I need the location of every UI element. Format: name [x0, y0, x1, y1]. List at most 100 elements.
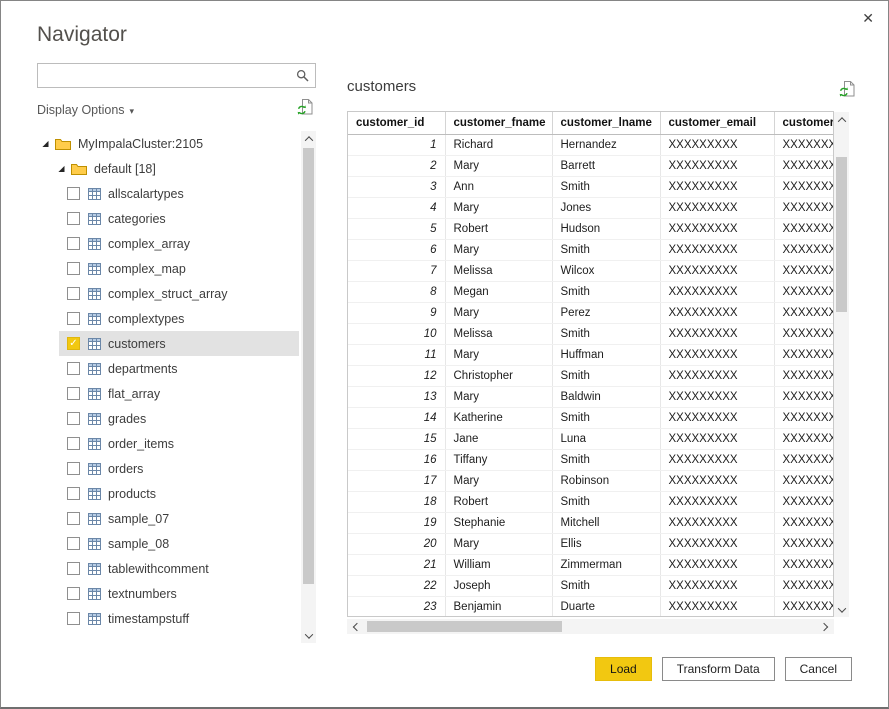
cell-customer-id: 17 — [348, 470, 446, 492]
checkbox-unchecked[interactable] — [67, 212, 80, 225]
checkbox-unchecked[interactable] — [67, 312, 80, 325]
table-row: 11MaryHuffmanXXXXXXXXXXXXXXXXXX — [348, 344, 833, 366]
scroll-down-button[interactable] — [834, 602, 849, 617]
tree-item-label: timestampstuff — [108, 611, 190, 626]
tree-item-departments[interactable]: departments — [59, 356, 299, 381]
cell: XXXXXXXXX — [774, 554, 833, 576]
tree-node-server[interactable]: ◢ MyImpalaCluster:2105 — [37, 131, 299, 156]
checkbox-unchecked[interactable] — [67, 262, 80, 275]
column-header-customer_id[interactable]: customer_id — [348, 112, 446, 135]
dialog-footer: Load Transform Data Cancel — [595, 657, 852, 681]
cell: XXXXXXXXX — [774, 449, 833, 471]
table-icon — [88, 412, 101, 425]
cell: Jones — [552, 197, 661, 219]
column-header-customer_email[interactable]: customer_email — [660, 112, 775, 135]
tree-item-tablewithcomment[interactable]: tablewithcomment — [59, 556, 299, 581]
refresh-preview-icon[interactable] — [839, 81, 855, 102]
tree-item-order_items[interactable]: order_items — [59, 431, 299, 456]
checkbox-unchecked[interactable] — [67, 612, 80, 625]
tree-item-label: sample_07 — [108, 511, 170, 526]
checkbox-unchecked[interactable] — [67, 437, 80, 450]
transform-data-button[interactable]: Transform Data — [661, 657, 775, 681]
table-row: 22JosephSmithXXXXXXXXXXXXXXXXXX — [348, 575, 833, 597]
table-row: 2MaryBarrettXXXXXXXXXXXXXXXXXX — [348, 155, 833, 177]
display-options-dropdown[interactable]: Display Options ▾ — [37, 103, 134, 117]
preview-vertical-scrollbar[interactable] — [834, 112, 849, 617]
checkbox-unchecked[interactable] — [67, 287, 80, 300]
table-icon — [88, 537, 101, 550]
preview-horizontal-scrollbar[interactable] — [347, 619, 834, 634]
cancel-button[interactable]: Cancel — [784, 657, 852, 681]
column-header-customer_passw[interactable]: customer_passw — [774, 112, 833, 135]
scrollbar-thumb[interactable] — [367, 621, 562, 632]
tree-item-complex_map[interactable]: complex_map — [59, 256, 299, 281]
column-header-customer_lname[interactable]: customer_lname — [552, 112, 661, 135]
checkbox-unchecked[interactable] — [67, 187, 80, 200]
scroll-up-button[interactable] — [301, 131, 316, 146]
close-icon[interactable]: ✕ — [862, 10, 874, 27]
checkbox-unchecked[interactable] — [67, 562, 80, 575]
cell: Luna — [552, 428, 661, 450]
tree-item-complextypes[interactable]: complextypes — [59, 306, 299, 331]
cell: Smith — [552, 407, 661, 429]
cell: XXXXXXXXX — [774, 491, 833, 513]
tree-scrollbar[interactable] — [301, 131, 316, 643]
search-icon[interactable] — [289, 64, 315, 87]
table-row: 19StephanieMitchellXXXXXXXXXXXXXXXXXX — [348, 512, 833, 534]
checkbox-unchecked[interactable] — [67, 487, 80, 500]
tree-item-timestampstuff[interactable]: timestampstuff — [59, 606, 299, 631]
scrollbar-thumb[interactable] — [303, 148, 314, 584]
cell-customer-id: 1 — [348, 134, 446, 156]
scroll-right-button[interactable] — [816, 619, 832, 634]
cell-customer-id: 8 — [348, 281, 446, 303]
tree-item-products[interactable]: products — [59, 481, 299, 506]
tree-item-customers[interactable]: ✓ customers — [59, 331, 299, 356]
scroll-up-button[interactable] — [834, 112, 849, 127]
checkbox-unchecked[interactable] — [67, 587, 80, 600]
scroll-left-button[interactable] — [349, 619, 365, 634]
cell: Mary — [445, 533, 553, 555]
checkbox-unchecked[interactable] — [67, 237, 80, 250]
tree-node-database[interactable]: ◢ default [18] — [37, 156, 299, 181]
scrollbar-thumb[interactable] — [836, 157, 847, 312]
checkbox-checked[interactable]: ✓ — [67, 337, 80, 350]
scroll-down-button[interactable] — [301, 628, 316, 643]
checkbox-unchecked[interactable] — [67, 412, 80, 425]
search-input[interactable] — [38, 64, 289, 87]
checkbox-unchecked[interactable] — [67, 362, 80, 375]
tree-item-grades[interactable]: grades — [59, 406, 299, 431]
checkbox-unchecked[interactable] — [67, 537, 80, 550]
checkbox-unchecked[interactable] — [67, 462, 80, 475]
tree-item-complex_struct_array[interactable]: complex_struct_array — [59, 281, 299, 306]
checkbox-unchecked[interactable] — [67, 387, 80, 400]
cell-customer-id: 23 — [348, 596, 446, 616]
page-title: Navigator — [37, 23, 127, 46]
cell: XXXXXXXXX — [660, 596, 775, 616]
tree-node-label: MyImpalaCluster:2105 — [78, 136, 204, 151]
checkbox-unchecked[interactable] — [67, 512, 80, 525]
tree-item-sample_08[interactable]: sample_08 — [59, 531, 299, 556]
tree-item-label: products — [108, 486, 156, 501]
cell: XXXXXXXXX — [774, 239, 833, 261]
cell: XXXXXXXXX — [660, 218, 775, 240]
tree-item-flat_array[interactable]: flat_array — [59, 381, 299, 406]
refresh-preview-icon[interactable] — [297, 99, 313, 120]
tree-item-complex_array[interactable]: complex_array — [59, 231, 299, 256]
cell: XXXXXXXXX — [660, 365, 775, 387]
cell: XXXXXXXXX — [660, 197, 775, 219]
navigator-dialog: Navigator ✕ Display Options ▾ ◢ MyImpala… — [0, 0, 889, 709]
load-button[interactable]: Load — [595, 657, 652, 681]
table-row: 13MaryBaldwinXXXXXXXXXXXXXXXXXX — [348, 386, 833, 408]
tree-item-categories[interactable]: categories — [59, 206, 299, 231]
column-header-customer_fname[interactable]: customer_fname — [445, 112, 553, 135]
tree-item-textnumbers[interactable]: textnumbers — [59, 581, 299, 606]
collapse-icon[interactable]: ◢ — [40, 139, 51, 148]
tree-item-label: complex_map — [108, 261, 186, 276]
tree-item-label: tablewithcomment — [108, 561, 209, 576]
tree-item-allscalartypes[interactable]: allscalartypes — [59, 181, 299, 206]
cell: Smith — [552, 323, 661, 345]
tree-item-sample_07[interactable]: sample_07 — [59, 506, 299, 531]
tree-item-orders[interactable]: orders — [59, 456, 299, 481]
collapse-icon[interactable]: ◢ — [56, 164, 67, 173]
cell: XXXXXXXXX — [660, 533, 775, 555]
